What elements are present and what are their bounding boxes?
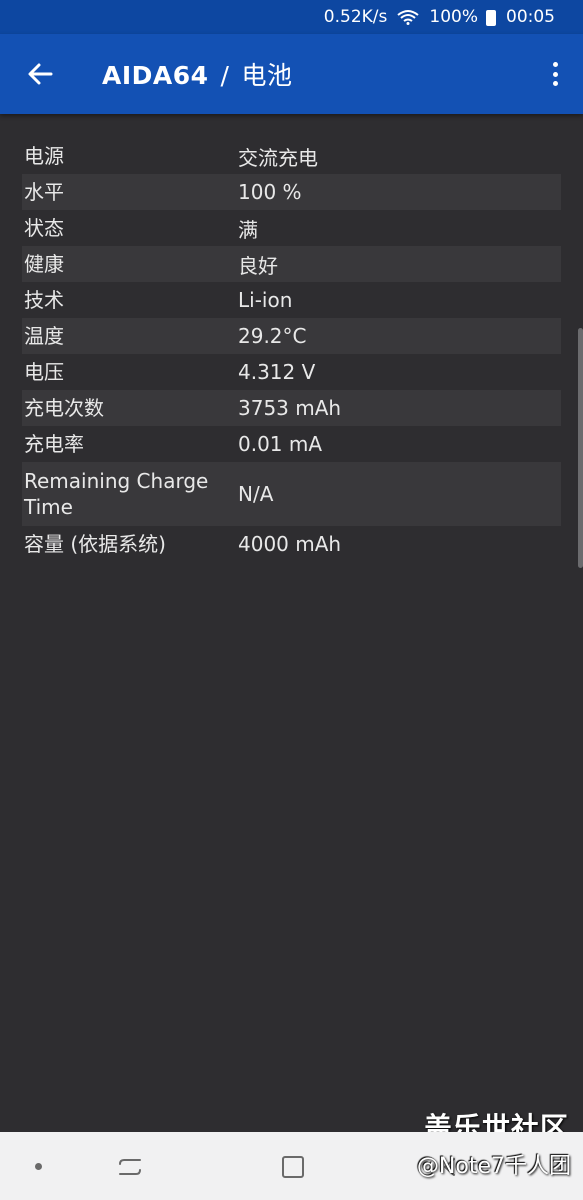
page-title: AIDA64 / 电池: [102, 56, 293, 92]
network-speed: 0.52K/s: [323, 7, 388, 27]
title-separator: /: [220, 61, 230, 90]
info-value: N/A: [238, 482, 274, 506]
info-value: 100 %: [238, 180, 302, 204]
status-bar: 0.52K/s 100% 00:05: [0, 0, 583, 34]
recent-apps-button[interactable]: [117, 1156, 143, 1178]
info-row-status: 状态 满: [22, 210, 561, 246]
info-row-technology: 技术 Li-ion: [22, 282, 561, 318]
info-value: 4.312 V: [238, 360, 316, 384]
info-row-voltage: 电压 4.312 V: [22, 354, 561, 390]
scrollbar[interactable]: [578, 328, 583, 568]
info-value: 3753 mAh: [238, 396, 342, 420]
info-label: 容量 (依据系统): [24, 532, 166, 556]
home-button[interactable]: [282, 1156, 304, 1178]
info-value: 4000 mAh: [238, 532, 342, 556]
info-label: 温度: [24, 324, 64, 348]
dot-icon: [552, 71, 558, 77]
battery-icon: [486, 10, 496, 26]
arrow-left-icon: [28, 63, 53, 85]
info-row-temperature: 温度 29.2°C: [22, 318, 561, 354]
battery-info-list: 电源 交流充电 水平 100 % 状态 满 健康 良好 技术 Li-ion 温度…: [22, 138, 561, 562]
battery-percent: 100%: [429, 7, 478, 27]
recent-apps-icon: [119, 1159, 141, 1175]
more-options-button[interactable]: [541, 56, 569, 92]
dot-icon: [552, 62, 558, 67]
info-label: 水平: [24, 180, 64, 204]
dot-icon: [552, 81, 558, 86]
info-row-capacity: 容量 (依据系统) 4000 mAh: [22, 526, 561, 562]
info-row-health: 健康 良好: [22, 246, 561, 282]
info-label: 健康: [24, 252, 64, 276]
info-row-remaining-time: Remaining Charge Time N/A: [22, 462, 561, 526]
back-button[interactable]: [0, 34, 80, 114]
info-row-power-source: 电源 交流充电: [22, 138, 561, 174]
info-row-charge-count: 充电次数 3753 mAh: [22, 390, 561, 426]
info-row-level: 水平 100 %: [22, 174, 561, 210]
info-value: 良好: [238, 253, 278, 278]
info-label: 充电次数: [24, 396, 104, 420]
info-label: 电压: [24, 360, 64, 384]
info-label: 电源: [24, 144, 64, 168]
info-value: 29.2°C: [238, 324, 307, 348]
info-value: Li-ion: [238, 288, 293, 312]
watermark-handle: @Note7千人团: [416, 1154, 571, 1179]
app-bar: AIDA64 / 电池: [0, 34, 583, 114]
clock: 00:05: [506, 7, 555, 27]
info-row-charge-rate: 充电率 0.01 mA: [22, 426, 561, 462]
info-value: 0.01 mA: [238, 432, 323, 456]
nav-dot-icon[interactable]: [35, 1163, 42, 1170]
wifi-4g-icon: [397, 9, 420, 25]
info-label: 充电率: [24, 432, 84, 456]
info-value: 满: [238, 217, 258, 242]
info-label: 技术: [24, 288, 64, 312]
info-value: 交流充电: [238, 145, 318, 170]
app-name: AIDA64: [102, 61, 209, 90]
section-name: 电池: [241, 61, 293, 90]
info-label: 状态: [24, 216, 64, 240]
info-label: Remaining Charge Time: [24, 469, 209, 519]
